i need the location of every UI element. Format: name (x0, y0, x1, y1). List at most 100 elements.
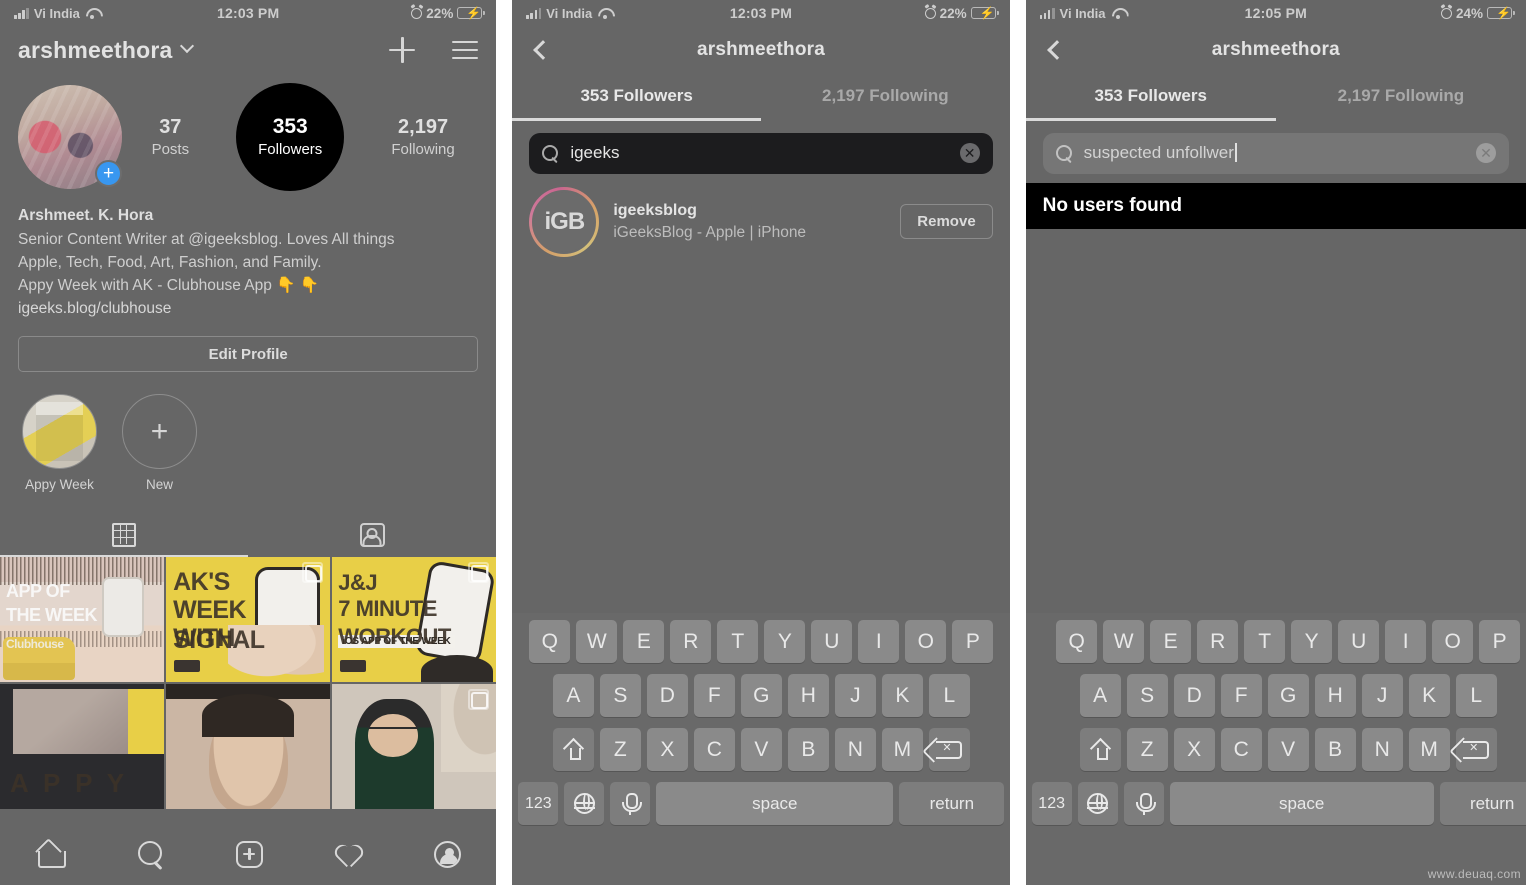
profile-username[interactable]: arshmeethora (18, 37, 173, 64)
key-t[interactable]: T (717, 620, 759, 663)
grid-post-5[interactable] (166, 684, 331, 809)
key-return[interactable]: return (1439, 782, 1526, 825)
key-r[interactable]: R (1197, 620, 1239, 663)
key-u[interactable]: U (1338, 620, 1380, 663)
key-dictation[interactable] (1123, 782, 1164, 825)
key-o[interactable]: O (905, 620, 947, 663)
key-l[interactable]: L (928, 674, 970, 717)
key-v[interactable]: V (1267, 728, 1309, 771)
key-i[interactable]: I (858, 620, 900, 663)
add-icon[interactable] (389, 37, 416, 63)
key-b[interactable]: B (1314, 728, 1356, 771)
key-a[interactable]: A (552, 674, 594, 717)
key-w[interactable]: W (576, 620, 618, 663)
key-y[interactable]: Y (1291, 620, 1333, 663)
key-l[interactable]: L (1455, 674, 1497, 717)
grid-post-1[interactable]: APP OF THE WEEK Clubhouse (0, 557, 165, 682)
key-n[interactable]: N (1361, 728, 1403, 771)
key-k[interactable]: K (881, 674, 923, 717)
clear-icon[interactable]: ✕ (1475, 143, 1496, 163)
tab-following[interactable]: 2,197 Following (1276, 74, 1526, 118)
key-delete[interactable] (1455, 728, 1497, 771)
grid-post-6[interactable] (332, 684, 497, 809)
key-delete[interactable] (928, 728, 970, 771)
clear-icon[interactable]: ✕ (959, 143, 980, 163)
key-globe[interactable] (564, 782, 605, 825)
key-s[interactable]: S (599, 674, 641, 717)
key-e[interactable]: E (623, 620, 665, 663)
edit-profile-button[interactable]: Edit Profile (18, 336, 479, 372)
key-k[interactable]: K (1408, 674, 1450, 717)
key-h[interactable]: H (1314, 674, 1356, 717)
key-c[interactable]: C (693, 728, 735, 771)
tab-followers[interactable]: 353 Followers (512, 74, 761, 118)
tab-tagged[interactable] (248, 512, 496, 557)
key-f[interactable]: F (1220, 674, 1262, 717)
highlight-appy-week[interactable]: Appy Week (22, 394, 97, 492)
key-p[interactable]: P (952, 620, 994, 663)
highlight-new[interactable]: + New (122, 394, 197, 492)
key-c[interactable]: C (1220, 728, 1262, 771)
grid-post-3[interactable]: J&J 7 MINUTE WORKOUT iOS APP OF THE WEEK (332, 557, 497, 682)
add-story-icon[interactable]: + (95, 160, 122, 187)
tab-following[interactable]: 2,197 Following (761, 74, 1010, 118)
key-n[interactable]: N (834, 728, 876, 771)
key-b[interactable]: B (787, 728, 829, 771)
key-h[interactable]: H (787, 674, 829, 717)
result-avatar[interactable]: iGB (529, 186, 600, 257)
key-q[interactable]: Q (1056, 620, 1098, 663)
grid-post-2[interactable]: AK'S WEEK WITH SIGNAL (166, 557, 331, 682)
home-icon[interactable] (35, 839, 67, 869)
key-space[interactable]: space (1169, 782, 1434, 825)
stat-posts[interactable]: 37 Posts (152, 114, 190, 160)
key-x[interactable]: X (646, 728, 688, 771)
key-t[interactable]: T (1244, 620, 1286, 663)
key-m[interactable]: M (1408, 728, 1450, 771)
chevron-down-icon[interactable] (179, 38, 194, 54)
key-shift[interactable] (552, 728, 594, 771)
key-d[interactable]: D (646, 674, 688, 717)
key-u[interactable]: U (811, 620, 853, 663)
key-q[interactable]: Q (529, 620, 571, 663)
tab-grid[interactable] (0, 512, 248, 557)
activity-heart-icon[interactable] (334, 840, 364, 868)
key-f[interactable]: F (693, 674, 735, 717)
remove-button[interactable]: Remove (900, 204, 993, 239)
key-a[interactable]: A (1079, 674, 1121, 717)
key-g[interactable]: G (1267, 674, 1309, 717)
key-w[interactable]: W (1103, 620, 1145, 663)
key-o[interactable]: O (1432, 620, 1474, 663)
key-r[interactable]: R (670, 620, 712, 663)
key-g[interactable]: G (740, 674, 782, 717)
key-j[interactable]: J (834, 674, 876, 717)
key-i[interactable]: I (1385, 620, 1427, 663)
tab-followers[interactable]: 353 Followers (1026, 74, 1276, 118)
avatar[interactable]: + (18, 85, 122, 189)
key-p[interactable]: P (1479, 620, 1521, 663)
key-dictation[interactable] (610, 782, 651, 825)
key-globe[interactable] (1077, 782, 1118, 825)
add-post-icon[interactable] (236, 840, 264, 868)
key-shift[interactable] (1079, 728, 1121, 771)
stat-following[interactable]: 2,197 Following (391, 114, 454, 160)
key-space[interactable]: space (656, 782, 894, 825)
profile-icon[interactable] (434, 840, 462, 868)
key-numbers[interactable]: 123 (518, 782, 559, 825)
key-y[interactable]: Y (764, 620, 806, 663)
search-icon[interactable] (136, 839, 166, 869)
key-d[interactable]: D (1173, 674, 1215, 717)
key-m[interactable]: M (881, 728, 923, 771)
search-result-row[interactable]: iGB igeeksblog iGeeksBlog - Apple | iPho… (512, 174, 1009, 257)
key-z[interactable]: Z (1126, 728, 1168, 771)
key-s[interactable]: S (1126, 674, 1168, 717)
key-numbers[interactable]: 123 (1031, 782, 1072, 825)
search-input[interactable]: suspected unfollwer ✕ (1042, 132, 1509, 174)
stat-followers-highlighted[interactable]: 353 Followers (236, 83, 345, 191)
key-j[interactable]: J (1361, 674, 1403, 717)
bio-link[interactable]: igeeks.blog/clubhouse (18, 297, 478, 320)
key-return[interactable]: return (899, 782, 1005, 825)
hamburger-menu-icon[interactable] (452, 40, 479, 60)
key-x[interactable]: X (1173, 728, 1215, 771)
key-e[interactable]: E (1150, 620, 1192, 663)
grid-post-4[interactable]: A P P Y (0, 684, 165, 809)
